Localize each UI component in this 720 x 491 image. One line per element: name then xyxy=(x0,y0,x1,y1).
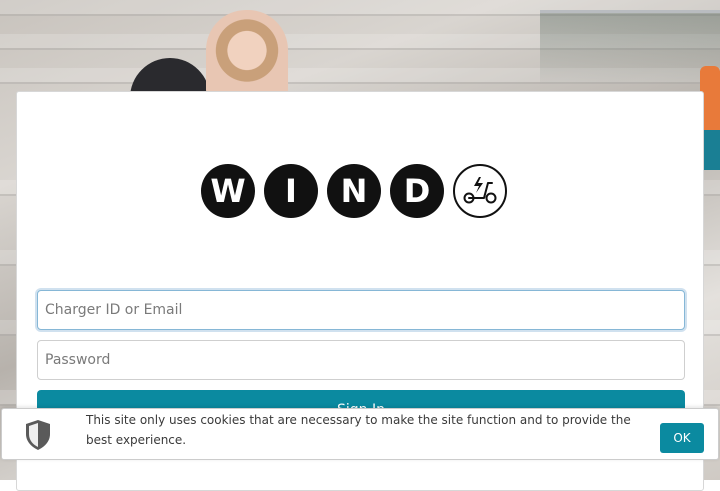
wind-logo: W I N D xyxy=(201,164,507,218)
logo-letter: D xyxy=(390,164,444,218)
shield-icon xyxy=(26,420,50,450)
logo-letter: I xyxy=(264,164,318,218)
scooter-lightning-icon xyxy=(453,164,507,218)
background-railing xyxy=(540,10,720,83)
logo-letter: N xyxy=(327,164,381,218)
password-input[interactable] xyxy=(37,340,685,380)
scooter-lightning-icon xyxy=(463,177,497,204)
background-person xyxy=(206,10,288,100)
charger-id-or-email-input[interactable] xyxy=(37,290,685,330)
cookie-ok-button[interactable]: OK xyxy=(660,423,704,453)
logo-letter: W xyxy=(201,164,255,218)
cookie-banner: This site only uses cookies that are nec… xyxy=(1,408,719,460)
cookie-message: This site only uses cookies that are nec… xyxy=(86,413,631,447)
